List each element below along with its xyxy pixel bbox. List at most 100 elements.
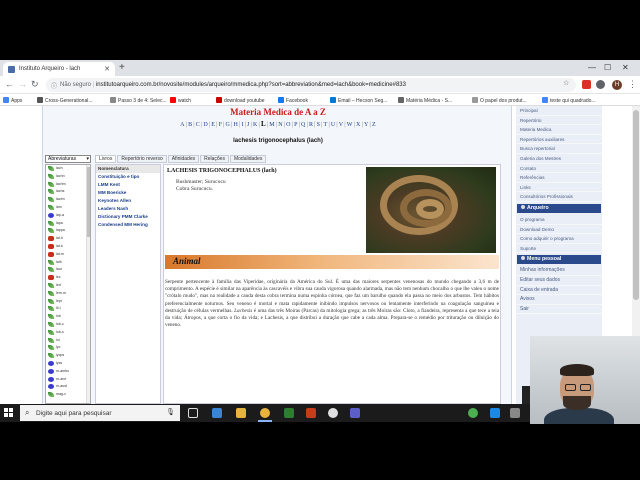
remedy-list-item[interactable]: lachm [46, 181, 90, 189]
task-view-icon[interactable] [188, 408, 198, 418]
bookmark-star-icon[interactable]: ☆ [563, 79, 569, 87]
sidebar-link[interactable]: Suporte [516, 244, 602, 254]
letter-link[interactable]: U [331, 122, 336, 128]
sidebar-link[interactable]: O programa [516, 215, 602, 225]
sidebar-link[interactable]: Materia Medica [516, 125, 602, 135]
tab-1[interactable]: Repertório reverso [117, 155, 167, 163]
letter-link[interactable]: M [269, 122, 275, 128]
remedy-list-item[interactable]: lob [46, 313, 90, 321]
tab-3[interactable]: Relações [200, 155, 229, 163]
book-menu-item[interactable]: MM Boericke [96, 189, 160, 197]
letter-link[interactable]: F [219, 122, 223, 128]
letter-link[interactable]: N [278, 122, 283, 128]
browser-tab[interactable]: Instituto Arqueiro - lach ✕ [3, 62, 115, 76]
book-menu-item[interactable]: LMM Kent [96, 181, 160, 189]
remedy-list-item[interactable]: lob-s [46, 329, 90, 337]
tab-2[interactable]: Afinidades [167, 155, 200, 163]
app-icon[interactable] [284, 408, 294, 418]
app-icon[interactable] [328, 408, 338, 418]
letter-link[interactable]: D [203, 122, 208, 128]
remedy-list-item[interactable]: m-aust [46, 383, 90, 391]
tray-chrome-icon[interactable] [468, 408, 478, 418]
sidebar-link[interactable]: Como adquirir o programa [516, 234, 602, 244]
remedy-list-item[interactable]: lappa [46, 227, 90, 235]
bookmark-item[interactable]: O papel dos produt... [472, 97, 527, 104]
page-scrollbar-thumb[interactable] [633, 110, 639, 300]
remedy-list-item[interactable]: led [46, 282, 90, 290]
extensions-puzzle-icon[interactable] [596, 80, 605, 89]
microphone-icon[interactable]: 🎙 [166, 408, 175, 416]
letter-link[interactable]: T [324, 122, 328, 128]
letter-link[interactable]: E [211, 122, 215, 128]
close-tab-icon[interactable]: ✕ [104, 65, 110, 73]
remedy-list-item[interactable]: lachn [46, 173, 90, 181]
remedy-list-item[interactable]: lam [46, 204, 90, 212]
letter-link[interactable]: Y [364, 122, 369, 128]
remedy-list-item[interactable]: lol [46, 337, 90, 345]
bookmark-item[interactable]: Cross-Generational... [37, 97, 93, 104]
letter-link[interactable]: Q [301, 122, 306, 128]
remedy-list-item[interactable]: lach [46, 165, 90, 173]
book-menu-item[interactable]: Leaders Nash [96, 205, 160, 213]
powerpoint-icon[interactable] [306, 408, 316, 418]
close-window-icon[interactable]: ✕ [622, 63, 629, 72]
reload-icon[interactable]: ↻ [31, 79, 39, 90]
sidebar-link[interactable]: Repertório [516, 116, 602, 126]
remedy-list-item[interactable]: lat-k [46, 243, 90, 251]
letter-link[interactable]: H [233, 122, 238, 128]
teams-icon[interactable] [350, 408, 360, 418]
profile-avatar[interactable]: H [612, 80, 622, 90]
remedy-list-item[interactable]: lactm [46, 196, 90, 204]
book-menu-item[interactable]: Dictionary PMM Clarke [96, 213, 160, 221]
book-menu-item[interactable]: Constituição e tipo [96, 173, 160, 181]
sidebar-link[interactable]: Busca repertorial [516, 144, 602, 154]
back-icon[interactable]: ← [5, 79, 14, 89]
letter-link[interactable]: B [188, 122, 192, 128]
remedy-list-item[interactable]: lept [46, 298, 90, 306]
extension-icon[interactable] [582, 80, 591, 89]
remedy-list-item[interactable]: lem-m [46, 290, 90, 298]
remedy-list-item[interactable]: laur [46, 266, 90, 274]
bookmark-item[interactable]: Facebook [278, 97, 308, 104]
sidebar-link[interactable]: Download Demo [516, 225, 602, 235]
letter-link[interactable]: G [226, 122, 231, 128]
bookmark-item[interactable]: Email – Hecson Seg... [330, 97, 387, 104]
sidebar-link[interactable]: Consultórios Profissionais [516, 192, 602, 202]
bookmark-item[interactable]: watch [170, 97, 191, 104]
sidebar-link[interactable]: Galeria dos Mestres [516, 154, 602, 164]
remedy-list-item[interactable]: lil-t [46, 305, 90, 313]
letter-link[interactable]: Z [372, 122, 376, 128]
remedy-list-item[interactable]: lob-c [46, 321, 90, 329]
remedy-list-item[interactable]: lyss [46, 360, 90, 368]
remedy-list-item[interactable]: lec [46, 274, 90, 282]
remedy-list-item[interactable]: lap-a [46, 212, 90, 220]
bookmark-item[interactable]: Apps [3, 97, 22, 104]
sidebar-link[interactable]: Principal [516, 106, 602, 116]
address-bar[interactable]: ⓘ Não seguro | institutoarqueiro.com.br/… [46, 78, 576, 92]
letter-link[interactable]: K [253, 122, 258, 128]
letter-link[interactable]: I [241, 122, 243, 128]
remedy-list[interactable]: lach lachn lachm lachs lactm lam lap-a lapa lapp… [45, 164, 91, 404]
sidebar-link[interactable]: Repertórios auxiliares [516, 135, 602, 145]
sidebar-link[interactable]: Sair [516, 305, 602, 315]
remedy-list-item[interactable]: lachs [46, 188, 90, 196]
sidebar-link[interactable]: Referências [516, 173, 602, 183]
sidebar-link[interactable]: Links [516, 183, 602, 193]
remedy-list-item[interactable]: m-arct [46, 376, 90, 384]
taskbar-search[interactable]: ⌕ Digite aqui para pesquisar 🎙 [20, 405, 180, 421]
bookmark-item[interactable]: Matéria Médica - S... [398, 97, 452, 104]
bookmark-item[interactable]: Passo 3 de 4: Selec... [110, 97, 167, 104]
remedy-list-item[interactable]: mag-c [46, 391, 90, 399]
remedy-list-item[interactable]: lapa [46, 220, 90, 228]
sidebar-link[interactable]: Minhas informações [516, 266, 602, 276]
minimize-icon[interactable]: — [588, 63, 596, 72]
abbreviation-select[interactable]: Abreviaturas ▾ [45, 155, 91, 163]
book-menu-item[interactable]: Condensed MM Hering [96, 221, 160, 229]
sidebar-link[interactable]: Caixa de entrada [516, 286, 602, 296]
remedy-list-item[interactable]: lath [46, 259, 90, 267]
book-menu-item[interactable]: Nomenclatura [96, 165, 160, 173]
letter-link[interactable]: X [356, 122, 361, 128]
file-explorer-icon[interactable] [236, 408, 246, 418]
tray-app-icon[interactable] [490, 408, 500, 418]
remedy-list-item[interactable]: lat-m [46, 251, 90, 259]
